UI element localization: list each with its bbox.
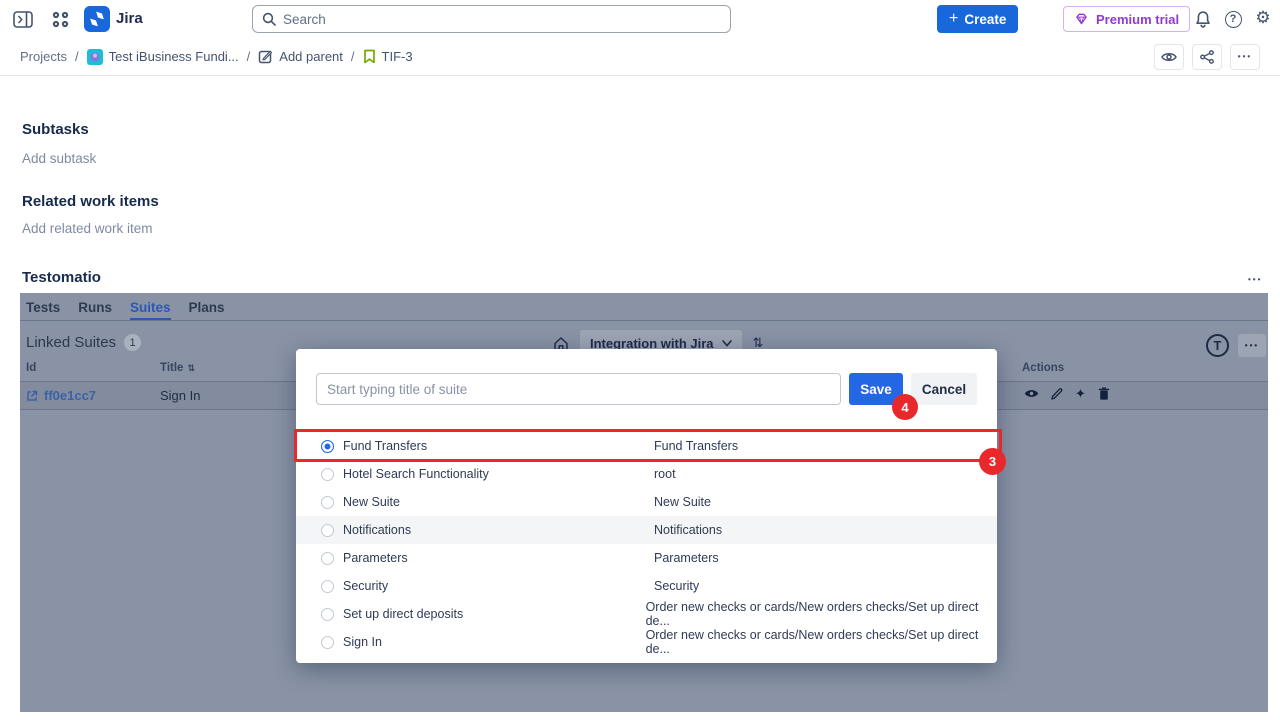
- search-icon: [262, 12, 276, 26]
- suite-id-link[interactable]: ff0e1cc7: [26, 388, 96, 403]
- widget-corner: T •••: [1206, 334, 1266, 357]
- testomatio-logo: T: [1206, 334, 1229, 357]
- suite-option-direct-deposits[interactable]: Set up direct deposits Order new checks …: [296, 600, 997, 628]
- suite-option-parameters[interactable]: Parameters Parameters: [296, 544, 997, 572]
- annotation-step-4-badge: 4: [892, 394, 918, 420]
- cancel-button[interactable]: Cancel: [911, 373, 977, 405]
- app-title: Jira: [116, 10, 143, 27]
- linked-suites-count-badge: 1: [124, 334, 141, 351]
- radio-unselected[interactable]: [321, 468, 334, 481]
- suite-option-partial[interactable]: [296, 656, 997, 663]
- link-suite-modal: Save Cancel Fund Transfers Fund Transfer…: [296, 349, 997, 663]
- widget-more-button[interactable]: •••: [1238, 334, 1266, 357]
- bookmark-icon: [363, 49, 376, 64]
- suite-option-fund-transfers[interactable]: Fund Transfers Fund Transfers: [296, 432, 997, 460]
- settings-gear-icon[interactable]: ⚙: [1252, 7, 1274, 29]
- modal-header: Save Cancel: [296, 349, 997, 405]
- notifications-bell-icon[interactable]: [1192, 8, 1214, 30]
- breadcrumb-issue[interactable]: TIF-3: [363, 49, 413, 64]
- jira-logo[interactable]: [84, 6, 110, 32]
- breadcrumb-projects[interactable]: Projects: [20, 49, 67, 64]
- suite-title-input[interactable]: [316, 373, 841, 405]
- breadcrumb: Projects / Test iBusiness Fundi... / Add…: [0, 38, 1280, 76]
- tab-plans[interactable]: Plans: [189, 300, 225, 320]
- global-search[interactable]: [252, 5, 731, 33]
- radio-unselected[interactable]: [321, 580, 334, 593]
- suite-options-list: Fund Transfers Fund Transfers Hotel Sear…: [296, 432, 997, 663]
- suite-option-security[interactable]: Security Security: [296, 572, 997, 600]
- more-icon: •••: [1238, 52, 1252, 61]
- premium-trial-button[interactable]: Premium trial: [1063, 6, 1190, 32]
- suite-option-notifications[interactable]: Notifications Notifications: [296, 516, 997, 544]
- add-parent-button[interactable]: Add parent: [258, 49, 343, 64]
- radio-unselected[interactable]: [321, 552, 334, 565]
- column-sort-icon: ⇅: [187, 363, 195, 374]
- suite-option-sign-in[interactable]: Sign In Order new checks or cards/New or…: [296, 628, 997, 656]
- top-navigation-bar: Jira + Create Premium trial ? ⚙: [0, 0, 1280, 38]
- column-id: Id: [26, 362, 36, 374]
- delete-trash-icon[interactable]: [1098, 387, 1110, 400]
- testomatio-heading: Testomatio: [22, 269, 101, 286]
- row-actions: ✦: [1024, 387, 1110, 400]
- breadcrumb-separator: /: [75, 49, 79, 64]
- app-switcher-icon[interactable]: [50, 10, 70, 28]
- more-icon: •••: [1248, 275, 1262, 284]
- annotation-step-3-badge: 3: [979, 448, 1006, 475]
- edit-icon: [258, 49, 273, 64]
- radio-unselected[interactable]: [321, 524, 334, 537]
- sidebar-toggle-icon[interactable]: [12, 10, 34, 28]
- breadcrumb-project[interactable]: Test iBusiness Fundi...: [87, 49, 239, 65]
- help-icon[interactable]: ?: [1222, 8, 1244, 30]
- subtasks-heading: Subtasks: [22, 121, 89, 138]
- share-button[interactable]: [1192, 44, 1222, 70]
- related-items-heading: Related work items: [22, 193, 159, 210]
- suite-option-new-suite[interactable]: New Suite New Suite: [296, 488, 997, 516]
- add-subtask-link[interactable]: Add subtask: [22, 151, 96, 166]
- radio-unselected[interactable]: [321, 608, 334, 621]
- column-actions: Actions: [1022, 362, 1064, 374]
- linked-suites-heading: Linked Suites 1: [26, 334, 141, 351]
- edit-pencil-icon[interactable]: [1051, 388, 1063, 400]
- breadcrumb-separator: /: [351, 49, 355, 64]
- ai-sparkles-icon[interactable]: ✦: [1075, 387, 1086, 400]
- breadcrumb-separator: /: [247, 49, 251, 64]
- widget-tabs: Tests Runs Suites Plans: [20, 293, 1268, 321]
- project-avatar: [87, 49, 103, 65]
- suite-title-cell: Sign In: [160, 388, 200, 403]
- suite-option-hotel-search[interactable]: Hotel Search Functionality root: [296, 460, 997, 488]
- create-button[interactable]: + Create: [937, 5, 1018, 33]
- external-link-icon: [26, 390, 38, 402]
- more-icon: •••: [1245, 341, 1259, 350]
- column-title[interactable]: Title ⇅: [160, 362, 195, 374]
- chevron-down-icon: [722, 340, 732, 347]
- tab-runs[interactable]: Runs: [78, 300, 112, 320]
- tab-tests[interactable]: Tests: [26, 300, 60, 320]
- radio-unselected[interactable]: [321, 636, 334, 649]
- view-eye-icon[interactable]: [1024, 388, 1039, 399]
- radio-unselected[interactable]: [321, 496, 334, 509]
- more-actions-button[interactable]: •••: [1230, 44, 1260, 70]
- radio-selected[interactable]: [321, 440, 334, 453]
- tab-suites[interactable]: Suites: [130, 300, 171, 320]
- add-related-link[interactable]: Add related work item: [22, 221, 153, 236]
- search-input[interactable]: [283, 12, 721, 27]
- testomatio-more-button[interactable]: •••: [1248, 269, 1262, 287]
- plus-icon: +: [949, 11, 958, 27]
- watch-eye-button[interactable]: [1154, 44, 1184, 70]
- gem-icon: [1074, 12, 1089, 26]
